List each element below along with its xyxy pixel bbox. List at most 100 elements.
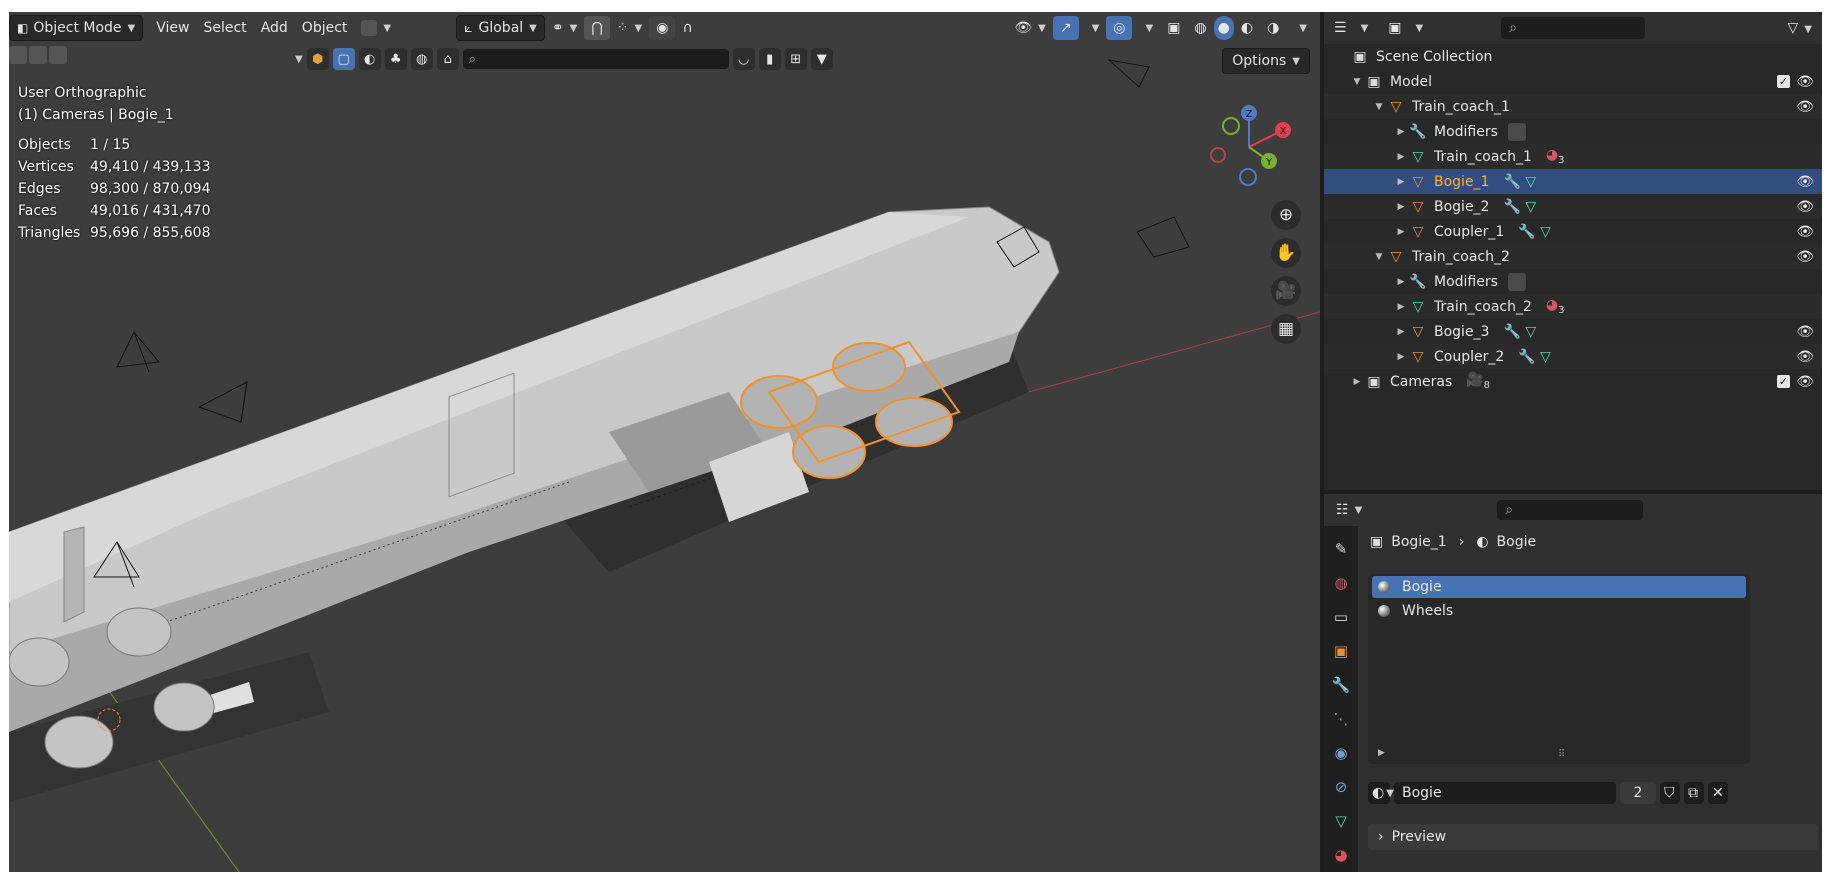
visibility-button[interactable]: 👁 ▼ xyxy=(1007,16,1052,40)
collapse-triangle-icon[interactable]: ▼ xyxy=(1372,102,1386,112)
duplicate-material-button[interactable]: ⧉ xyxy=(1684,782,1704,804)
shading-material[interactable]: ◐ xyxy=(1234,16,1260,40)
expand-triangle-icon[interactable]: ▶ xyxy=(1394,152,1408,162)
expand-triangle-icon[interactable]: ▶ xyxy=(1394,302,1408,312)
options-dropdown[interactable]: Options ▼ xyxy=(1222,48,1310,74)
unlink-material-button[interactable]: ✕ xyxy=(1708,782,1728,804)
xray-toggle[interactable]: ▣ xyxy=(1160,16,1187,40)
select-new-icon[interactable] xyxy=(9,46,27,64)
selectable-icon[interactable]: ▢ xyxy=(332,48,355,70)
shading-icon[interactable]: ♣ xyxy=(384,48,407,70)
navigation-gizmo[interactable]: Z X Y xyxy=(1204,97,1294,187)
eye-icon[interactable]: 👁 xyxy=(1796,74,1814,90)
eye-icon[interactable]: 👁 xyxy=(1796,349,1814,365)
neg-x-axis-handle[interactable] xyxy=(1210,147,1226,163)
chevron-down-icon[interactable]: ▼ xyxy=(1416,23,1424,34)
editor-type-icon[interactable]: ☷ xyxy=(1336,502,1349,518)
preview-panel-header[interactable]: › Preview xyxy=(1368,824,1818,850)
overlay-toggle[interactable]: ◎ xyxy=(1106,16,1133,40)
shading-rendered[interactable]: ◑ xyxy=(1260,16,1286,40)
constraints-tab-icon[interactable]: ⊘ xyxy=(1330,776,1352,798)
snap-target-button[interactable]: ⁘ ▼ xyxy=(610,16,649,40)
chevron-down-icon[interactable]: ▼ xyxy=(295,54,303,65)
eye-icon[interactable]: 👁 xyxy=(1796,199,1814,215)
tool-tab-icon[interactable]: ✎ xyxy=(1330,538,1352,560)
outliner-row[interactable]: ▼ ▣ Model ✓ 👁 xyxy=(1324,69,1822,94)
select-subtract-icon[interactable] xyxy=(49,46,67,64)
world-icon[interactable]: ◍ xyxy=(410,48,433,70)
expand-triangle-icon[interactable]: ▶ xyxy=(1394,352,1408,362)
outliner-row[interactable]: ▶ 🔧 Modifiers xyxy=(1324,269,1822,294)
zoom-button[interactable]: ⊕ xyxy=(1271,200,1301,230)
material-tab-icon[interactable]: ◕ xyxy=(1330,844,1352,866)
proportional-edit-toggle[interactable]: ◉ xyxy=(649,16,676,40)
scene-tab-icon[interactable]: ◍ xyxy=(1330,572,1352,594)
outliner-root[interactable]: ▣ Scene Collection xyxy=(1324,44,1822,69)
display-mode-icon[interactable]: ▣ xyxy=(1388,20,1401,36)
snap-toggle[interactable]: ⋂ xyxy=(584,16,610,40)
eye-icon[interactable]: 👁 xyxy=(1796,174,1814,190)
outliner-row[interactable]: ▶ 🔧 Modifiers xyxy=(1324,119,1822,144)
menu-select[interactable]: Select xyxy=(196,16,253,40)
material-slot-wheels[interactable]: Wheels xyxy=(1372,600,1746,622)
gizmo-type-button[interactable]: ▼ xyxy=(354,16,398,40)
outliner-row[interactable]: ▶ ▽ Train_coach_2 ◕3 xyxy=(1324,294,1822,319)
chevron-down-icon[interactable]: ▼ xyxy=(1361,23,1369,34)
menu-object[interactable]: Object xyxy=(295,16,355,40)
outliner-row[interactable]: ▼ ▽ Train_coach_1 👁 xyxy=(1324,94,1822,119)
outliner-row[interactable]: ▶ ▽ Bogie_1 🔧 ▽ 👁 xyxy=(1324,169,1822,194)
menu-add[interactable]: Add xyxy=(254,16,295,40)
filter-icon[interactable]: ▼ xyxy=(810,48,833,70)
transform-orientation-dropdown[interactable]: ⟀ Global ▼ xyxy=(456,15,545,41)
gizmo-toggle[interactable]: ↗ xyxy=(1052,16,1079,40)
outliner-row[interactable]: ▶ ▽ Bogie_3 🔧 ▽ 👁 xyxy=(1324,319,1822,344)
fake-user-button[interactable]: ⛉ xyxy=(1660,782,1680,804)
pivot-point-button[interactable]: ⚭ ▼ xyxy=(545,16,584,40)
neg-y-axis-handle[interactable] xyxy=(1222,117,1240,135)
outliner-row[interactable]: ▶ ▣ Cameras 🎥8 ✓ 👁 xyxy=(1324,369,1822,394)
neg-z-axis-handle[interactable] xyxy=(1239,168,1257,186)
curve-filter-icon[interactable]: ◡ xyxy=(732,48,755,70)
expand-triangle-icon[interactable]: ▶ xyxy=(1350,377,1364,387)
color-cube-icon[interactable]: ⬢ xyxy=(306,48,329,70)
eye-icon[interactable]: 👁 xyxy=(1796,324,1814,340)
ortho-toggle-button[interactable]: ▦ xyxy=(1271,314,1301,344)
outliner-row[interactable]: ▶ ▽ Coupler_2 🔧 ▽ 👁 xyxy=(1324,344,1822,369)
mesh-data-tab-icon[interactable]: ▽ xyxy=(1330,810,1352,832)
3d-viewport[interactable]: ◧ Object Mode ▼ View Select Add Object ▼… xyxy=(9,12,1320,872)
exclude-checkbox[interactable]: ✓ xyxy=(1777,375,1790,388)
camera-view-button[interactable]: 🎥 xyxy=(1271,276,1301,306)
expand-triangle-icon[interactable]: ▶ xyxy=(1394,277,1408,287)
sphere-icon[interactable]: ◐ xyxy=(358,48,381,70)
brush-icon[interactable]: ⌂ xyxy=(436,48,459,70)
shading-wireframe[interactable]: ◍ xyxy=(1187,16,1213,40)
resize-handle-icon[interactable]: ⠿ xyxy=(1558,749,1565,760)
outliner-row[interactable]: ▶ ▽ Bogie_2 🔧 ▽ 👁 xyxy=(1324,194,1822,219)
outliner-row[interactable]: ▶ ▽ Coupler_1 🔧 ▽ 👁 xyxy=(1324,219,1822,244)
outliner-row[interactable]: ▼ ▽ Train_coach_2 👁 xyxy=(1324,244,1822,269)
expand-triangle-icon[interactable]: ▶ xyxy=(1394,177,1408,187)
shading-options[interactable]: ▼ xyxy=(1286,16,1314,40)
filter-icon[interactable]: ▽ ▼ xyxy=(1788,20,1812,36)
chevron-down-icon[interactable]: ▼ xyxy=(1355,505,1363,516)
falloff-button[interactable]: ∩ xyxy=(675,16,699,40)
properties-search-input[interactable]: ⌕ xyxy=(1497,500,1644,520)
expand-triangle-icon[interactable]: ▶ xyxy=(1394,327,1408,337)
hierarchy-icon[interactable]: ⊞ xyxy=(784,48,807,70)
outliner-search-input[interactable]: ⌕ xyxy=(1501,17,1646,39)
collapse-triangle-icon[interactable]: ▼ xyxy=(1350,77,1364,87)
select-extend-icon[interactable] xyxy=(29,46,47,64)
mode-dropdown[interactable]: ◧ Object Mode ▼ xyxy=(9,15,144,41)
overlay-options[interactable]: ▼ xyxy=(1132,16,1160,40)
editor-type-icon[interactable]: ☰ xyxy=(1334,20,1347,36)
outliner-row[interactable]: ▶ ▽ Train_coach_1 ◕3 xyxy=(1324,144,1822,169)
bookmark-icon[interactable]: ▮ xyxy=(758,48,781,70)
menu-view[interactable]: View xyxy=(149,16,196,40)
material-users-count[interactable]: 2 xyxy=(1620,782,1656,804)
expand-triangle-icon[interactable]: ▶ xyxy=(1394,202,1408,212)
object-tab-icon[interactable]: ▣ xyxy=(1330,640,1352,662)
eye-icon[interactable]: 👁 xyxy=(1796,374,1814,390)
physics-tab-icon[interactable]: ◉ xyxy=(1330,742,1352,764)
eye-icon[interactable]: 👁 xyxy=(1796,99,1814,115)
exclude-checkbox[interactable]: ✓ xyxy=(1777,75,1790,88)
